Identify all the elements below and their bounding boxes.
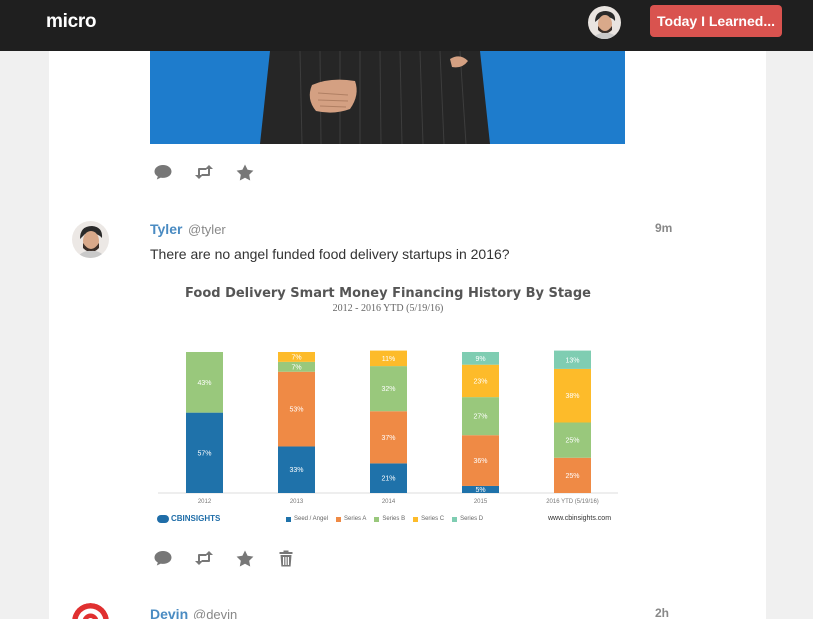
user-avatar[interactable] [588,6,621,39]
favorite-button[interactable] [234,161,256,183]
data-label: 33% [289,467,303,474]
data-label: 38% [565,393,579,400]
legend-label: Series C [421,516,445,522]
data-label: 25% [565,473,579,480]
data-label: 9% [475,356,485,363]
reply-button[interactable] [152,161,174,183]
post-actions [152,161,275,183]
legend-label: Seed / Angel [294,516,329,522]
legend-item: Series C [413,516,444,522]
data-label: 36% [473,458,487,465]
data-label: 23% [473,378,487,385]
data-label: 57% [197,450,211,457]
x-tick-label: 2016 YTD (5/19/16) [546,499,599,505]
star-icon [236,164,254,180]
x-tick-label: 2014 [382,499,396,505]
data-label: 43% [197,380,211,387]
top-navigation-bar: micro Today I Learned... [0,0,813,51]
repost-button[interactable] [193,547,215,569]
x-tick-label: 2012 [198,499,212,505]
data-label: 5% [475,487,485,494]
legend-swatch [374,516,380,522]
data-label: 25% [565,438,579,445]
reply-button[interactable] [152,547,174,569]
repost-button[interactable] [193,161,215,183]
post-timestamp[interactable]: 9m [655,221,672,235]
post-avatar[interactable] [72,221,109,258]
legend-swatch [336,516,342,522]
data-label: 7% [291,364,301,371]
comment-icon [154,165,172,180]
data-label: 32% [381,386,395,393]
x-tick-label: 2015 [474,499,488,505]
data-label: 37% [381,435,395,442]
data-label: 11% [382,356,396,363]
legend-item: Series A [336,516,366,522]
legend-swatch [413,516,419,522]
post-chart-image[interactable]: Food Delivery Smart Money Financing Hist… [150,276,626,532]
favorite-button[interactable] [234,547,256,569]
post-text: There are no angel funded food delivery … [150,246,510,262]
post-timestamp[interactable]: 2h [655,606,669,619]
delete-button[interactable] [275,547,297,569]
legend-item: Series D [452,516,483,522]
brand-logo[interactable]: micro [46,11,97,33]
data-label: 21% [381,476,395,483]
legend-label: Series A [344,516,367,522]
legend-label: Series D [460,516,484,522]
x-tick-label: 2013 [290,499,304,505]
data-label: 27% [473,414,487,421]
post-author-username[interactable]: @devin [193,607,237,619]
legend-item: Seed / Angel [286,516,328,522]
repost-icon [195,551,213,565]
data-label: 53% [289,407,303,414]
legend-swatch [452,516,458,522]
chart-legend: Seed / Angel Series A Series B Series C Seri… [286,516,491,522]
data-label: 7% [291,354,301,361]
legend-swatch [286,516,291,522]
legend-label: Series B [382,516,406,522]
timeline-feed: Tyler @tyler 9m There are no angel funde… [49,51,766,619]
stacked-bar-chart: 57% 43% 2012 33% 53% 7% 7% 2013 21% 37% 32% 11% 2014… [158,350,618,505]
legend-item: Series B [374,516,405,522]
post-author-name[interactable]: Devin [150,606,188,619]
comment-icon [154,551,172,566]
post-avatar[interactable] [72,603,109,619]
today-i-learned-button[interactable]: Today I Learned... [650,5,782,37]
post-author-username[interactable]: @tyler [188,222,226,237]
trash-icon [279,550,293,566]
data-label: 13% [565,357,579,364]
post-author-name[interactable]: Tyler [150,221,182,237]
cb-insights-logo: CBINSIGHTS [157,514,220,523]
repost-icon [195,165,213,179]
post-photo[interactable] [150,51,625,144]
chart-source: www.cbinsights.com [548,515,612,522]
post-actions [152,547,316,569]
star-icon [236,550,254,566]
